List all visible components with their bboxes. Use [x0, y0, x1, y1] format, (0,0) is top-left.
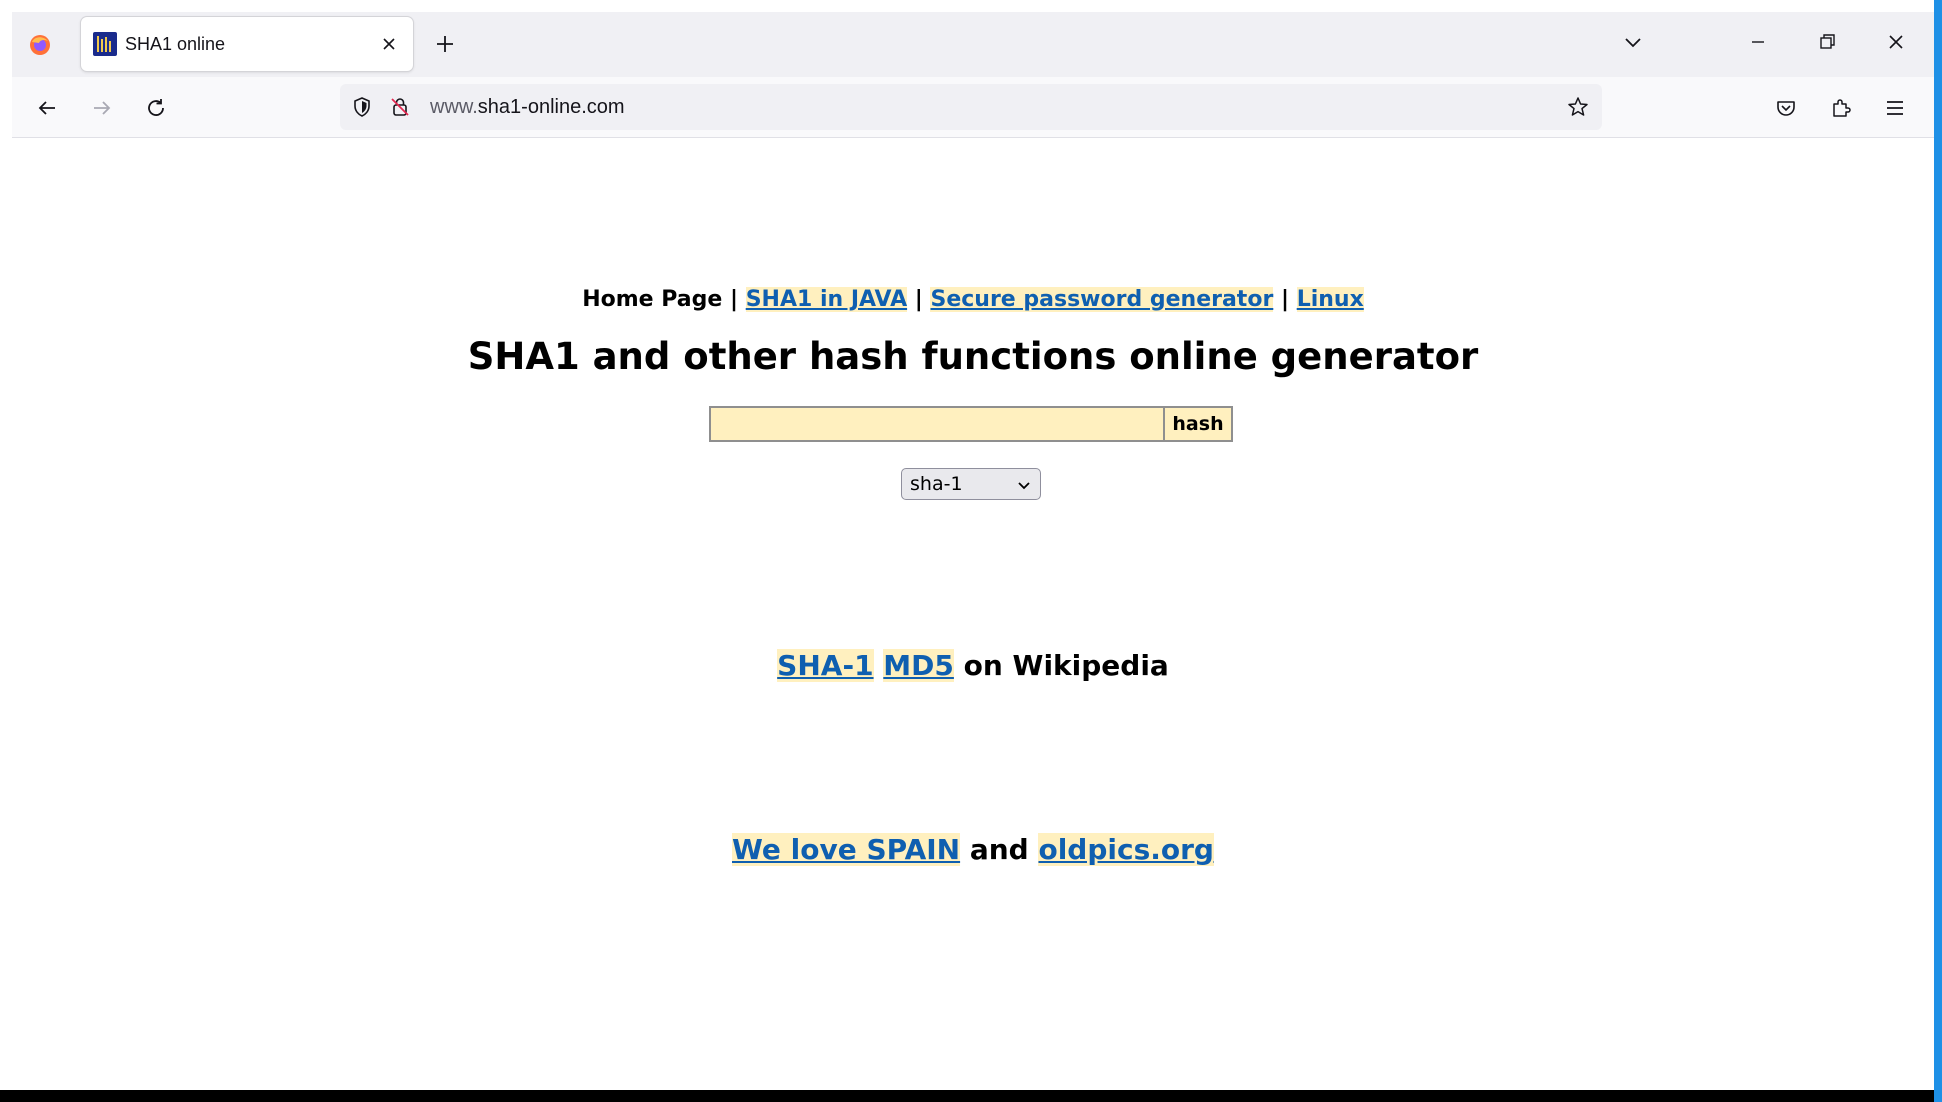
- restore-icon[interactable]: [1815, 30, 1839, 54]
- we-love-spain-link[interactable]: We love SPAIN: [732, 833, 961, 866]
- md5-wikipedia-link[interactable]: MD5: [883, 649, 954, 682]
- address-bar[interactable]: www.sha1-online.com: [340, 84, 1602, 130]
- web-page: Home Page | SHA1 in JAVA | Secure passwo…: [12, 138, 1934, 1090]
- home-page-label: Home Page: [582, 287, 723, 312]
- forward-arrow-icon[interactable]: [90, 96, 114, 120]
- secure-password-generator-link[interactable]: Secure password generator: [930, 287, 1274, 312]
- pocket-icon[interactable]: [1774, 96, 1798, 120]
- tab-title: SHA1 online: [125, 34, 226, 54]
- url-domain: sha1-online.com: [477, 96, 625, 118]
- and-text: and: [969, 833, 1029, 866]
- url-prefix: www.: [430, 96, 478, 118]
- tracking-protection-shield-icon[interactable]: [350, 95, 374, 119]
- nav-separator: |: [729, 287, 739, 312]
- back-arrow-icon[interactable]: [35, 96, 59, 120]
- footer-links: We love SPAIN and oldpics.org: [12, 832, 1934, 868]
- list-all-tabs-icon[interactable]: [1621, 30, 1645, 54]
- wikipedia-links: SHA-1 MD5 on Wikipedia: [12, 648, 1934, 684]
- sha-1-wikipedia-link[interactable]: SHA-1: [777, 649, 874, 682]
- close-tab-icon[interactable]: [377, 32, 401, 56]
- browser-window: SHA1 online www.sha1-online.com Home Pag…: [0, 0, 1942, 1102]
- oldpics-link[interactable]: oldpics.org: [1038, 833, 1214, 866]
- bookmark-star-icon[interactable]: [1566, 95, 1590, 119]
- site-favicon-icon: [93, 32, 117, 56]
- tab-active[interactable]: SHA1 online: [81, 17, 413, 71]
- nav-separator: |: [1280, 287, 1290, 312]
- hash-text-input[interactable]: [709, 406, 1163, 442]
- algorithm-select[interactable]: sha-1: [901, 468, 1041, 500]
- hash-button[interactable]: hash: [1163, 406, 1233, 442]
- chevron-down-icon: [1018, 482, 1030, 490]
- hash-form: hash: [709, 406, 1235, 442]
- wikipedia-suffix: on Wikipedia: [963, 649, 1169, 682]
- sha1-in-java-link[interactable]: SHA1 in JAVA: [745, 287, 908, 312]
- hamburger-menu-icon[interactable]: [1883, 96, 1907, 120]
- extensions-puzzle-icon[interactable]: [1829, 96, 1853, 120]
- algorithm-selected-value: sha-1: [910, 473, 963, 495]
- new-tab-icon[interactable]: [433, 32, 457, 56]
- page-title: SHA1 and other hash functions online gen…: [467, 335, 1479, 378]
- linux-link[interactable]: Linux: [1296, 287, 1364, 312]
- site-navigation: Home Page | SHA1 in JAVA | Secure passwo…: [12, 286, 1934, 314]
- firefox-menu-icon[interactable]: [28, 33, 52, 57]
- minimize-icon[interactable]: [1746, 30, 1770, 54]
- insecure-connection-lock-icon[interactable]: [388, 95, 412, 119]
- window-edge: [1934, 0, 1942, 1102]
- nav-separator: |: [914, 287, 923, 312]
- taskbar-edge: [0, 1090, 1934, 1102]
- reload-icon[interactable]: [144, 96, 168, 120]
- close-window-icon[interactable]: [1884, 30, 1908, 54]
- url-text: www.sha1-online.com: [430, 95, 625, 119]
